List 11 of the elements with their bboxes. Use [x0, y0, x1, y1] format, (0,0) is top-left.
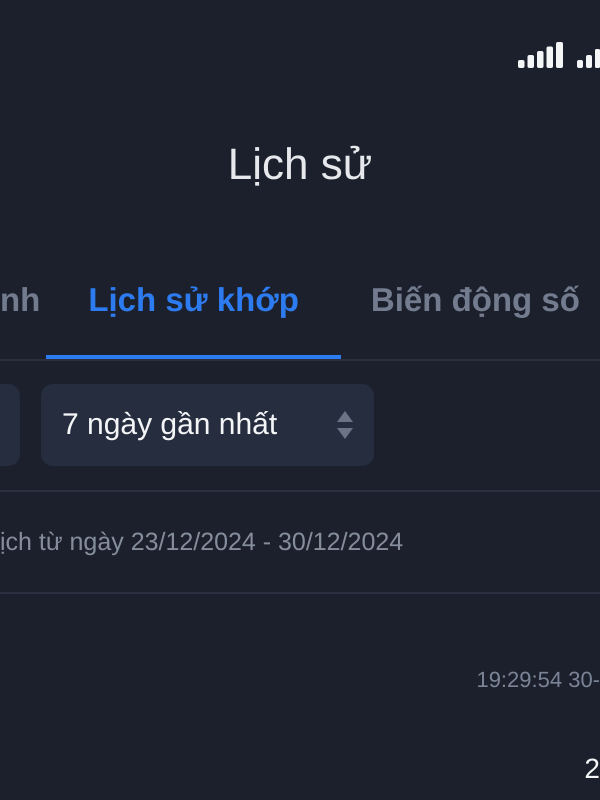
period-dropdown[interactable]: 7 ngày gần nhất [41, 384, 374, 466]
signal-icon [577, 49, 600, 68]
entry-value: 2 [584, 752, 600, 786]
date-range-text: ịch từ ngày 23/12/2024 - 30/12/2024 [0, 528, 404, 556]
signal-icon [518, 42, 563, 68]
timestamp-text: 19:29:54 30- [476, 667, 600, 693]
page-title: Lịch sử [228, 139, 372, 191]
tab[interactable]: nh [0, 280, 46, 359]
sort-caret-icon [337, 411, 353, 439]
tab[interactable]: Lịch sử khớp [46, 280, 341, 359]
tab[interactable]: Biến động số [340, 280, 580, 359]
